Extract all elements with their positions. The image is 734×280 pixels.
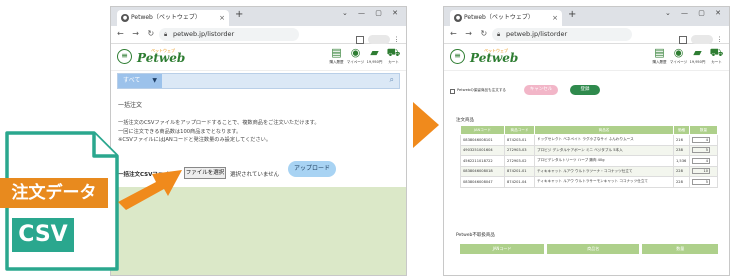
column-header: 商品名 — [534, 125, 674, 135]
hamburger-menu-icon[interactable]: ≡ — [450, 49, 465, 64]
include-hold-label: Petwebの保留商品も注文する — [457, 88, 507, 92]
caret-down-icon: ▼ — [152, 77, 157, 84]
new-tab-icon[interactable]: + — [568, 9, 576, 20]
clipboard-icon: ▤ — [654, 46, 665, 59]
navigation-buttons-icon[interactable]: ← → ↻ — [117, 29, 157, 38]
quantity-input[interactable]: 5 — [692, 178, 710, 185]
url-text: petweb.jp/listorder — [173, 30, 235, 38]
upload-button[interactable]: アップロード — [288, 161, 336, 177]
tab-title: Petweb（ペットウェブ） — [131, 14, 201, 21]
purchase-history-button[interactable]: ▤ 購入履歴 — [327, 47, 346, 65]
profile-pill[interactable] — [691, 35, 713, 44]
sidebar-toggle-icon[interactable] — [679, 35, 687, 44]
search-bar[interactable]: すべて ▼ ⌕ — [117, 73, 400, 89]
browser-tab[interactable]: ● Petweb（ペットウェブ） × — [450, 10, 562, 26]
cart-icon: ⛟ — [386, 46, 401, 59]
url-field[interactable]: 🔒︎ petweb.jp/listorder — [159, 28, 299, 41]
clipboard-icon: ▤ — [331, 46, 342, 59]
site-header: ≡ ペットウェブ Petweb ▤ 購入履歴 ◉ マイページ ▰ 19,950円 ⛟ カ… — [111, 44, 406, 71]
quantity-input[interactable]: 4 — [692, 157, 710, 164]
register-button[interactable]: 登録 — [570, 85, 600, 95]
cart-icon: ⛟ — [709, 46, 724, 59]
address-bar: ← → ↻ 🔒︎ petweb.jp/listorder ⋮ — [111, 26, 406, 44]
flow-arrow-shape — [413, 102, 439, 148]
order-controls: Petwebの保留商品も注文する キャンセル 登録 — [450, 85, 725, 99]
address-bar: ← → ↻ 🔒︎ petweb.jp/listorder ⋮ — [444, 26, 729, 44]
column-header: 商品名 — [547, 244, 640, 254]
quantity-input[interactable]: 5 — [692, 147, 710, 154]
search-icon[interactable]: ⌕ — [390, 75, 394, 85]
table-row: 0838046008018 874201-01 ティキキャット ルアウ ウルトラ… — [460, 165, 718, 177]
page-title: 一括注文 — [118, 102, 143, 109]
site-header: ≡ ペットウェブ Petweb ▤ 購入履歴 ◉ マイページ ▰ 19,950円 ⛟ カ… — [444, 44, 729, 71]
unavailable-table-header: JANコード 商品名 数量 — [460, 244, 718, 254]
delivery-button[interactable]: ▰ 19,950円 — [688, 47, 707, 65]
close-tab-icon[interactable]: × — [552, 10, 558, 26]
delivery-button[interactable]: ▰ 19,950円 — [365, 47, 384, 65]
url-text: petweb.jp/listorder — [506, 30, 568, 38]
choose-file-button[interactable]: ファイルを選択 — [184, 167, 226, 179]
user-icon: ◉ — [350, 46, 361, 59]
window-controls-icon[interactable]: ⌄ — ▢ ✕ — [342, 9, 402, 17]
more-menu-icon[interactable]: ⋮ — [716, 36, 723, 44]
tab-bar: ● Petweb（ペットウェブ） × + ⌄ — ▢ ✕ — [444, 7, 729, 26]
logo-main: Petweb — [470, 51, 519, 65]
section-title-unavailable: Petweb不取扱商品 — [456, 233, 495, 238]
petweb-logo[interactable]: ペットウェブ Petweb — [470, 48, 522, 67]
new-tab-icon[interactable]: + — [235, 9, 243, 20]
column-header: JANコード — [460, 244, 544, 254]
mypage-button[interactable]: ◉ マイページ — [669, 47, 688, 65]
cart-button[interactable]: ⛟ カート — [384, 47, 403, 65]
order-data-label: 注文データ — [0, 178, 108, 208]
include-hold-checkbox[interactable] — [450, 89, 455, 94]
profile-pill[interactable] — [368, 35, 390, 44]
section-title: 注文商品 — [456, 118, 474, 123]
lock-icon: 🔒︎ — [497, 31, 501, 38]
lock-icon: 🔒︎ — [164, 31, 168, 38]
sidebar-toggle-icon[interactable] — [356, 35, 364, 44]
table-row: 4562211018722 272903-02 プロビデンタルトリーツ ハーブ … — [460, 155, 718, 167]
paw-icon: ● — [121, 14, 129, 22]
window-controls-icon[interactable]: ⌄ — ▢ ✕ — [665, 9, 725, 17]
cart-button[interactable]: ⛟ カート — [707, 47, 726, 65]
table-row: 0838046008047 874201-04 ティキキャット ルアウ ウルトラ… — [460, 176, 718, 188]
flow-arrow-icon — [413, 102, 439, 148]
purchase-history-button[interactable]: ▤ 購入履歴 — [650, 47, 669, 65]
petweb-logo[interactable]: ペットウェブ Petweb — [137, 48, 189, 67]
column-header: JANコード — [460, 125, 505, 135]
table-row: 0838046008101 874203-01 ドッグセレクト ベネペイト ラグ… — [460, 134, 718, 146]
order-items-table: JANコード 商品コード 商品名 価格 数量 0838046008101 874… — [460, 125, 718, 188]
quantity-input[interactable]: 4 — [692, 136, 710, 143]
column-header: 価格 — [673, 125, 690, 135]
browser-tab[interactable]: ● Petweb（ペットウェブ） × — [117, 10, 229, 26]
mypage-button[interactable]: ◉ マイページ — [346, 47, 365, 65]
no-file-text: 選択されていません — [230, 172, 280, 178]
upload-arrow-icon — [118, 170, 182, 210]
category-select[interactable]: すべて ▼ — [118, 74, 162, 88]
column-header: 数量 — [689, 125, 718, 135]
csv-label: CSV — [12, 218, 74, 252]
hamburger-menu-icon[interactable]: ≡ — [117, 49, 132, 64]
browser-window-confirm: ● Petweb（ペットウェブ） × + ⌄ — ▢ ✕ ← → ↻ 🔒︎ pe… — [443, 6, 730, 276]
navigation-buttons-icon[interactable]: ← → ↻ — [450, 29, 490, 38]
tab-title: Petweb（ペットウェブ） — [464, 14, 534, 21]
upload-arrow-shape — [118, 170, 182, 210]
tab-bar: ● Petweb（ペットウェブ） × + ⌄ — ▢ ✕ — [111, 7, 406, 26]
truck-icon: ▰ — [370, 46, 379, 59]
user-icon: ◉ — [673, 46, 684, 59]
paw-icon: ● — [454, 14, 462, 22]
cancel-button[interactable]: キャンセル — [524, 85, 558, 95]
browser-window-upload: ● Petweb（ペットウェブ） × + ⌄ — ▢ ✕ ← → ↻ 🔒︎ pe… — [110, 6, 407, 276]
table-row: 4903251001604 272903-03 プロビジ デンタルケアボーン ミ… — [460, 144, 718, 156]
logo-main: Petweb — [137, 51, 186, 65]
truck-icon: ▰ — [693, 46, 702, 59]
url-field[interactable]: 🔒︎ petweb.jp/listorder — [492, 28, 632, 41]
close-tab-icon[interactable]: × — [219, 10, 225, 26]
column-header: 商品コード — [504, 125, 535, 135]
column-header: 数量 — [642, 244, 718, 254]
table-header-row: JANコード 商品コード 商品名 価格 数量 — [460, 125, 718, 135]
bulk-description: 一括注文のCSVファイルをアップロードすることで、複数商品をご注文いただけます。… — [118, 120, 320, 143]
more-menu-icon[interactable]: ⋮ — [393, 36, 400, 44]
quantity-input[interactable]: 10 — [692, 168, 710, 175]
